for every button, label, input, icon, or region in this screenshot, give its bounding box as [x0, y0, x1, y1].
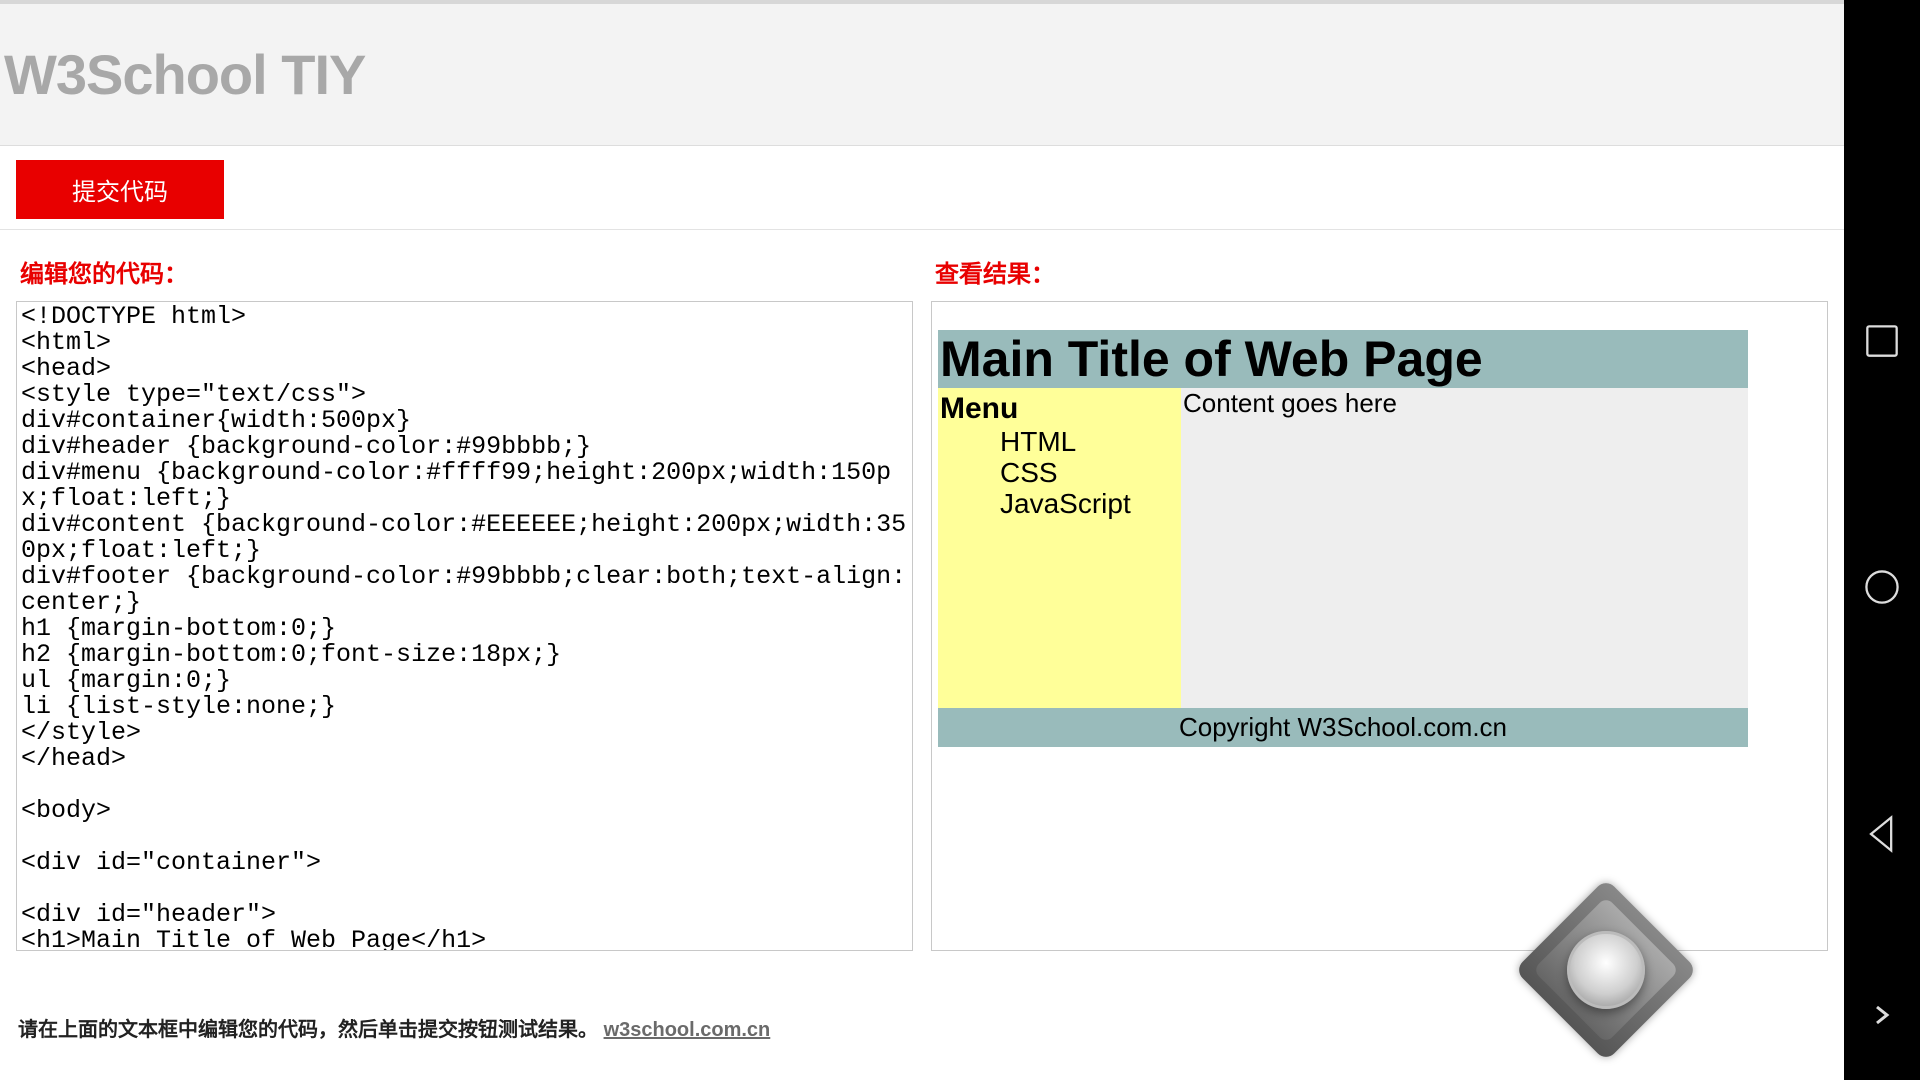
- footer-instruction: 请在上面的文本框中编辑您的代码，然后单击提交按钮测试结果。 w3school.c…: [18, 1013, 770, 1042]
- app-screen: W3School TIY 提交代码 编辑您的代码： <!DOCTYPE html…: [0, 0, 1844, 1080]
- android-navbar: [1844, 0, 1920, 1080]
- editor-result-split: 编辑您的代码： <!DOCTYPE html> <html> <head> <s…: [0, 230, 1844, 950]
- rendered-menu-item: CSS: [1000, 457, 1181, 488]
- app-title: W3School TIY: [4, 42, 365, 107]
- editor-label: 编辑您的代码：: [16, 246, 913, 301]
- rendered-menu-heading: Menu: [940, 392, 1181, 426]
- rendered-menu: Menu HTML CSS JavaScript: [938, 388, 1181, 708]
- device-frame: W3School TIY 提交代码 编辑您的代码： <!DOCTYPE html…: [0, 0, 1920, 1080]
- forward-icon[interactable]: [1870, 1003, 1894, 1032]
- toolbar: 提交代码: [0, 146, 1844, 230]
- result-pane: 查看结果： Main Title of Web Page Menu HTML C…: [923, 240, 1838, 950]
- rendered-footer: Copyright W3School.com.cn: [938, 708, 1748, 747]
- rendered-content: Content goes here: [1181, 388, 1748, 708]
- footer-link[interactable]: w3school.com.cn: [604, 1019, 771, 1041]
- result-label: 查看结果：: [931, 246, 1828, 301]
- recent-apps-icon[interactable]: [1860, 319, 1904, 368]
- home-icon[interactable]: [1860, 565, 1904, 614]
- footer-instruction-text: 请在上面的文本框中编辑您的代码，然后单击提交按钮测试结果。: [18, 1019, 598, 1041]
- app-bar: W3School TIY: [0, 4, 1844, 146]
- rendered-title: Main Title of Web Page: [938, 330, 1748, 388]
- code-editor[interactable]: <!DOCTYPE html> <html> <head> <style typ…: [16, 301, 913, 951]
- editor-pane: 编辑您的代码： <!DOCTYPE html> <html> <head> <s…: [8, 240, 923, 950]
- rendered-header: Main Title of Web Page: [938, 330, 1748, 388]
- result-preview: Main Title of Web Page Menu HTML CSS Jav…: [931, 301, 1828, 951]
- rendered-menu-list: HTML CSS JavaScript: [940, 426, 1181, 519]
- submit-button[interactable]: 提交代码: [16, 160, 224, 219]
- rendered-menu-item: HTML: [1000, 426, 1181, 457]
- dpad-knob-icon: [1567, 931, 1645, 1009]
- rendered-page: Main Title of Web Page Menu HTML CSS Jav…: [938, 330, 1748, 747]
- rendered-menu-item: JavaScript: [1000, 488, 1181, 519]
- back-icon[interactable]: [1860, 812, 1904, 861]
- virtual-dpad[interactable]: [1516, 880, 1696, 1060]
